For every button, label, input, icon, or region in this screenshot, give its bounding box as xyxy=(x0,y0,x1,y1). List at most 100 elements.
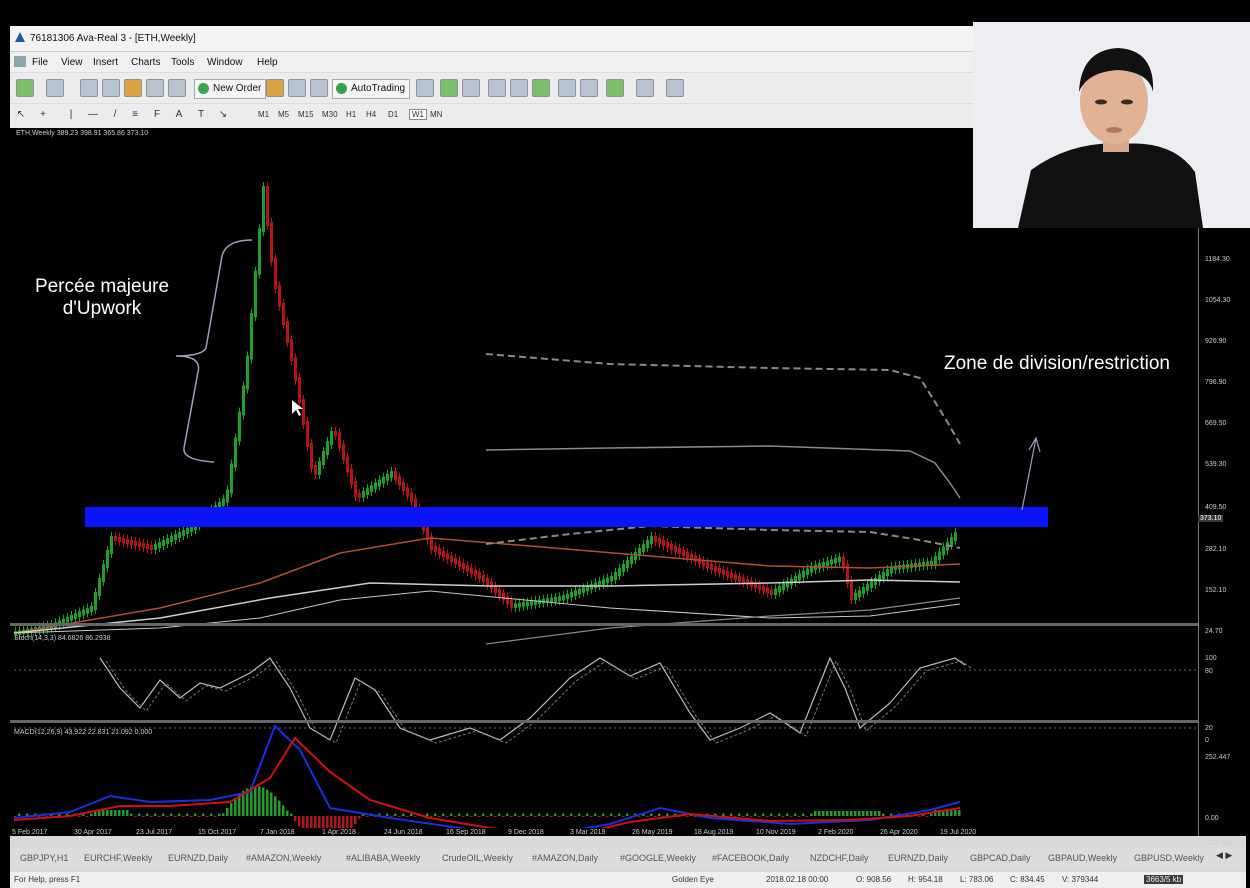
chart-tab[interactable]: CrudeOIL,Weekly xyxy=(442,853,513,863)
macd-histogram-bar xyxy=(686,816,689,817)
chart-tab[interactable]: #AMAZON,Weekly xyxy=(246,853,321,863)
period-m30[interactable]: M30 xyxy=(322,110,338,119)
candle xyxy=(738,576,741,582)
candle xyxy=(650,536,653,544)
macd-histogram-bar xyxy=(598,816,601,817)
period-h4[interactable]: H4 xyxy=(366,110,376,119)
zoom-out-icon[interactable] xyxy=(510,79,528,97)
text-label-icon[interactable]: T xyxy=(194,108,208,122)
candle xyxy=(370,485,373,493)
menu-tools[interactable]: Tools xyxy=(171,57,194,68)
candle xyxy=(502,592,505,601)
chart-tab[interactable]: EURNZD,Daily xyxy=(888,853,948,863)
candle xyxy=(450,555,453,562)
arrows-icon[interactable]: ↘ xyxy=(216,108,230,122)
bar-chart-icon[interactable] xyxy=(416,79,434,97)
candle xyxy=(94,592,97,610)
candle xyxy=(614,572,617,580)
candle xyxy=(322,451,325,465)
macd-tick: -122.689 xyxy=(1205,840,1233,847)
crosshair-icon[interactable]: + xyxy=(36,108,50,122)
zoom-in-icon[interactable] xyxy=(488,79,506,97)
trendline-icon[interactable]: / xyxy=(108,108,122,122)
menu-window[interactable]: Window xyxy=(207,57,243,68)
chart-tab[interactable]: EURCHF,Weekly xyxy=(84,853,152,863)
chart-tab[interactable]: EURNZD,Daily xyxy=(168,853,228,863)
autoscroll-icon[interactable] xyxy=(580,79,598,97)
chart-tab[interactable]: GBPAUD,Weekly xyxy=(1048,853,1117,863)
chart-area[interactable]: ETH,Weekly 389.23 398.91 365.86 373.10 S… xyxy=(10,128,1247,847)
chart-tab[interactable]: GBPCAD,Daily xyxy=(970,853,1031,863)
vertical-line-icon[interactable]: | xyxy=(64,108,78,122)
menu-charts[interactable]: Charts xyxy=(131,57,160,68)
line-chart-icon[interactable] xyxy=(462,79,480,97)
chart-tab[interactable]: NZDCHF,Daily xyxy=(810,853,869,863)
menu-help[interactable]: Help xyxy=(257,57,278,68)
candle xyxy=(698,558,701,564)
chart-tab[interactable]: GBPJPY,H1 xyxy=(20,853,68,863)
text-icon[interactable]: A xyxy=(172,108,186,122)
date-tick: 19 Jul 2020 xyxy=(940,829,977,836)
data-window-icon[interactable] xyxy=(124,79,142,97)
candle xyxy=(730,572,733,579)
cursor-icon[interactable]: ↖ xyxy=(14,108,28,122)
chart-tab[interactable]: #AMAZON,Daily xyxy=(532,853,598,863)
macd-histogram-bar xyxy=(86,816,89,817)
candle xyxy=(314,465,317,475)
periods-clock-icon[interactable] xyxy=(636,79,654,97)
macd-histogram-bar xyxy=(474,813,477,816)
price-chart[interactable] xyxy=(10,128,1198,828)
autotrading-button[interactable]: AutoTrading xyxy=(332,79,411,99)
signals-icon[interactable] xyxy=(310,79,328,97)
tile-windows-icon[interactable] xyxy=(532,79,550,97)
macd-histogram-bar xyxy=(826,811,829,816)
fibonacci-icon[interactable]: F xyxy=(150,108,164,122)
period-m15[interactable]: M15 xyxy=(298,110,314,119)
period-m1[interactable]: M1 xyxy=(258,110,269,119)
candle xyxy=(150,545,153,550)
chart-tab[interactable]: #FACEBOOK,Daily xyxy=(712,853,789,863)
navigator-icon[interactable] xyxy=(102,79,120,97)
candle xyxy=(670,544,673,550)
macd-histogram-bar xyxy=(194,813,197,816)
new-chart-icon[interactable] xyxy=(16,79,34,97)
chart-tab[interactable]: #ALIBABA,Weekly xyxy=(346,853,420,863)
period-h1[interactable]: H1 xyxy=(346,110,356,119)
price-tick: 24.70 xyxy=(1205,628,1223,635)
tab-scroll-arrows[interactable]: ◀ ▶ xyxy=(1216,850,1232,861)
candle xyxy=(346,456,349,473)
chart-doc-icon[interactable] xyxy=(14,56,26,67)
candle xyxy=(166,538,169,544)
macd-histogram-bar xyxy=(498,813,501,816)
period-d1[interactable]: D1 xyxy=(388,110,398,119)
period-w1[interactable]: W1 xyxy=(409,109,427,120)
templates-icon[interactable] xyxy=(666,79,684,97)
menu-view[interactable]: View xyxy=(61,57,83,68)
macd-histogram-bar xyxy=(314,816,317,828)
channel-icon[interactable]: ≡ xyxy=(128,108,142,122)
macd-histogram-bar xyxy=(478,816,481,817)
terminal-icon[interactable] xyxy=(146,79,164,97)
indicators-icon[interactable] xyxy=(606,79,624,97)
menu-file[interactable]: File xyxy=(32,57,48,68)
chart-shift-icon[interactable] xyxy=(558,79,576,97)
market-watch-icon[interactable] xyxy=(80,79,98,97)
candlestick-icon[interactable] xyxy=(440,79,458,97)
period-mn[interactable]: MN xyxy=(430,110,442,119)
macd-histogram-bar xyxy=(262,787,265,816)
candle xyxy=(170,536,173,542)
menu-insert[interactable]: Insert xyxy=(93,57,118,68)
metaeditor-icon[interactable] xyxy=(266,79,284,97)
horizontal-line-icon[interactable]: — xyxy=(86,108,100,122)
period-m5[interactable]: M5 xyxy=(278,110,289,119)
candle xyxy=(102,564,105,582)
macd-histogram-bar xyxy=(794,813,797,816)
chart-tab[interactable]: #GOOGLE,Weekly xyxy=(620,853,696,863)
macd-histogram-bar xyxy=(134,816,137,817)
profiles-icon[interactable] xyxy=(46,79,64,97)
strategy-tester-icon[interactable] xyxy=(168,79,186,97)
candle xyxy=(742,577,745,584)
options-icon[interactable] xyxy=(288,79,306,97)
new-order-button[interactable]: New Order xyxy=(194,79,267,99)
chart-tab[interactable]: GBPUSD,Weekly xyxy=(1134,853,1204,863)
